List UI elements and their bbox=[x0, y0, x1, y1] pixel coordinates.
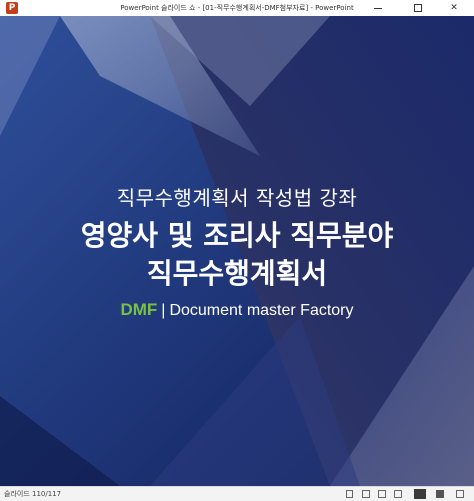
slideshow-view-icon[interactable] bbox=[414, 489, 426, 499]
fit-slide-icon[interactable] bbox=[456, 490, 464, 498]
normal-view-icon[interactable] bbox=[362, 490, 370, 498]
brand-separator: | bbox=[161, 302, 166, 319]
status-bar: 슬라이드 110/117 bbox=[0, 486, 474, 501]
notes-icon[interactable] bbox=[346, 490, 353, 498]
presenter-view-icon[interactable] bbox=[436, 490, 444, 498]
slide-sorter-icon[interactable] bbox=[378, 490, 386, 498]
reading-view-icon[interactable] bbox=[394, 490, 402, 498]
brand-name: DMF bbox=[120, 300, 158, 319]
window-titlebar: P PowerPoint 슬라이드 쇼 - [01-직무수행계획서-DMF첨부자… bbox=[0, 0, 474, 17]
slide-counter: 슬라이드 110/117 bbox=[4, 490, 62, 498]
close-button[interactable]: ✕ bbox=[438, 0, 470, 16]
brand-line: DMF | Document master Factory bbox=[0, 300, 474, 320]
slide-title-line-2: 직무수행계획서 bbox=[146, 257, 328, 290]
slide-canvas[interactable]: 직무수행계획서 작성법 강좌 영양사 및 조리사 직무분야 직무수행계획서 DM… bbox=[0, 16, 474, 486]
minimize-icon bbox=[374, 7, 382, 9]
brand-tagline: Document master Factory bbox=[169, 302, 354, 319]
maximize-button[interactable] bbox=[402, 0, 434, 16]
slide-title-line-1: 영양사 및 조리사 직무분야 bbox=[80, 219, 394, 252]
maximize-icon bbox=[414, 4, 422, 12]
close-icon: ✕ bbox=[450, 2, 458, 13]
slide-subtitle: 직무수행계획서 작성법 강좌 bbox=[116, 186, 358, 210]
minimize-button[interactable] bbox=[362, 0, 394, 16]
